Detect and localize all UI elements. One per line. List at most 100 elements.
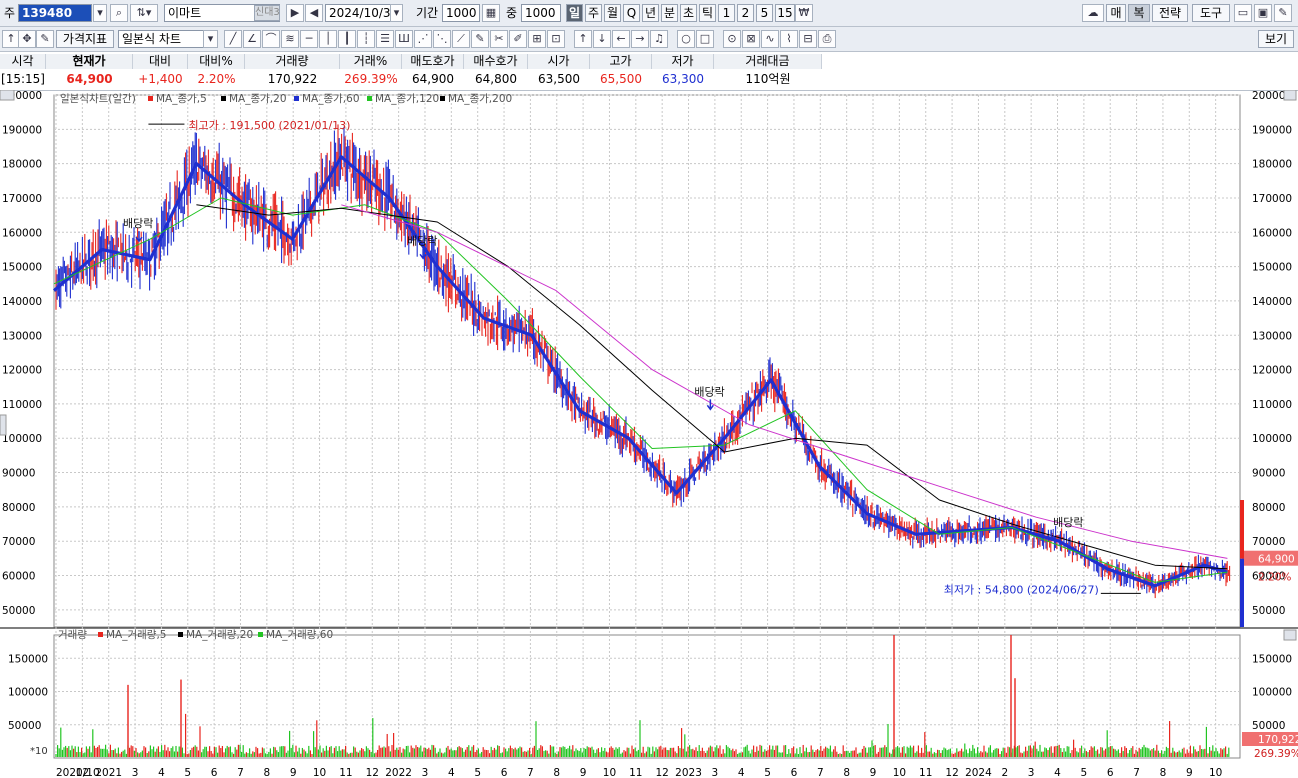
time-label: 4 <box>1054 767 1061 778</box>
count-input[interactable]: 1000 <box>521 4 561 22</box>
price-tick-right: 150000 <box>1252 262 1292 274</box>
cut-icon[interactable]: ✂ <box>490 30 508 48</box>
dividend-label: 배당락 <box>1053 516 1083 529</box>
high-price-label: 최고가 : 191,500 (2021/01/13) <box>188 119 350 132</box>
price-tick-right: 170000 <box>1252 193 1292 205</box>
wave-icon[interactable]: ₩ <box>795 4 813 22</box>
grid-icon[interactable]: ⊞ <box>528 30 546 48</box>
period-button-1[interactable]: 주 <box>585 4 602 22</box>
back-icon[interactable]: ◀ <box>305 4 323 22</box>
circle-icon[interactable]: ○ <box>677 30 695 48</box>
right-button-0[interactable]: 매 <box>1106 4 1126 22</box>
fan-icon[interactable]: ≋ <box>281 30 299 48</box>
dash-icon[interactable]: ┆ <box>357 30 375 48</box>
signal-icon[interactable]: ⌇ <box>780 30 798 48</box>
cloud-icon[interactable]: ☁ <box>1082 4 1104 22</box>
signal-button[interactable]: 신대30 <box>254 5 280 21</box>
volume-panel-close-button[interactable] <box>1283 629 1297 641</box>
move-down-icon[interactable]: ↓ <box>593 30 611 48</box>
right-button-1[interactable]: 복 <box>1128 4 1150 22</box>
time-label: 10 <box>1209 767 1222 778</box>
wave-icon[interactable]: ∿ <box>761 30 779 48</box>
search-icon[interactable]: ⌕ <box>110 4 128 22</box>
pen-icon[interactable]: ✎ <box>471 30 489 48</box>
panel-maximize-button[interactable] <box>1283 90 1297 101</box>
legend-swatch <box>221 96 226 101</box>
view-button[interactable]: 보기 <box>1258 30 1294 48</box>
dividend-label: 배당락 <box>694 385 724 398</box>
time-label: 3 <box>1028 767 1035 778</box>
period-button-2[interactable]: 월 <box>604 4 621 22</box>
folder-icon[interactable]: ▭ <box>1234 4 1252 22</box>
price-tick-right: 50000 <box>1252 605 1285 617</box>
quote-value-7: 64,800 <box>475 72 517 86</box>
date-dropdown-icon[interactable]: ▾ <box>390 4 403 22</box>
play-icon[interactable]: ▶ <box>286 4 304 22</box>
chart-area[interactable]: 200000 200000190000 190000180000 1800001700… <box>0 90 1298 778</box>
move-icon[interactable]: ✥ <box>18 30 36 48</box>
square-icon[interactable]: □ <box>696 30 714 48</box>
period-button-8[interactable]: 1 <box>718 4 735 22</box>
stock-code-input[interactable]: 139480 <box>18 4 92 22</box>
price-tick-left: 160000 <box>2 227 42 239</box>
comb-icon[interactable]: Ш <box>395 30 413 48</box>
period-button-5[interactable]: 분 <box>661 4 678 22</box>
period-button-10[interactable]: 5 <box>756 4 773 22</box>
volume-panel-frame <box>53 634 1241 759</box>
edit-icon[interactable]: ✎ <box>36 30 54 48</box>
price-tick-left: 170000 <box>2 193 42 205</box>
print-icon[interactable]: ⎙ <box>818 30 836 48</box>
diag-up-icon[interactable]: ⋰ <box>414 30 432 48</box>
price-range-down-bar <box>1240 558 1244 627</box>
chart-type-dropdown-icon[interactable]: ▾ <box>203 30 218 48</box>
price-tick-right: 120000 <box>1252 365 1292 377</box>
period-button-4[interactable]: 년 <box>642 4 659 22</box>
ma-line-1 <box>53 197 1228 583</box>
move-up-icon[interactable]: ↑ <box>574 30 592 48</box>
volume-legend-title: 거래량 <box>58 629 87 641</box>
period-button-0[interactable]: 일 <box>566 4 583 22</box>
zoom-icon[interactable]: ⊙ <box>723 30 741 48</box>
grid2-icon[interactable]: ⊟ <box>799 30 817 48</box>
side-panel-toggle[interactable] <box>0 414 7 436</box>
time-label: 11 <box>919 767 932 778</box>
period-button-7[interactable]: 틱 <box>699 4 716 22</box>
price-legend-item: MA_종가,60 <box>302 93 360 105</box>
legend-swatch <box>440 96 445 101</box>
sound-icon[interactable]: ♫ <box>650 30 668 48</box>
period-button-11[interactable]: 15 <box>775 4 795 22</box>
trend-icon[interactable]: ⟋ <box>452 30 470 48</box>
price-legend-item: MA_종가,120 <box>375 93 439 105</box>
list-icon[interactable]: ☰ <box>376 30 394 48</box>
save-icon[interactable]: ▣ <box>1254 4 1272 22</box>
bar-icon[interactable]: ┃ <box>338 30 356 48</box>
move-right-icon[interactable]: → <box>631 30 649 48</box>
frame-icon[interactable]: ⊡ <box>547 30 565 48</box>
vline-icon[interactable]: │ <box>319 30 337 48</box>
period-button-9[interactable]: 2 <box>737 4 754 22</box>
hline-icon[interactable]: ─ <box>300 30 318 48</box>
price-legend-title: 일본식차트(일간) <box>60 92 136 105</box>
right-button-3[interactable]: 도구 <box>1192 4 1230 22</box>
settings-icon[interactable]: ⊠ <box>742 30 760 48</box>
code-dropdown-icon[interactable]: ▾ <box>93 4 107 22</box>
date-input[interactable]: 2024/10/30 <box>325 4 393 22</box>
note-icon[interactable]: ✐ <box>509 30 527 48</box>
indicator-button[interactable]: 가격지표 <box>56 30 114 48</box>
angle-icon[interactable]: ∠ <box>243 30 261 48</box>
line-icon[interactable]: ╱ <box>224 30 242 48</box>
period-button-6[interactable]: 초 <box>680 4 697 22</box>
arc-icon[interactable]: ⌒ <box>262 30 280 48</box>
period-input[interactable]: 1000 <box>442 4 480 22</box>
quote-table: 시각 [15:15] 현재가 64,900 대비 +1,400 대비% 2.20% 거래량 170… <box>0 52 1298 91</box>
time-label: 9 <box>580 767 587 778</box>
move-left-icon[interactable]: ← <box>612 30 630 48</box>
period-button-3[interactable]: Q <box>623 4 640 22</box>
diag-down-icon[interactable]: ⋱ <box>433 30 451 48</box>
scroll-left-button[interactable] <box>0 90 15 101</box>
calendar-icon[interactable]: ▦ <box>482 4 500 22</box>
time-label: 12 <box>945 767 958 778</box>
right-button-2[interactable]: 전략 <box>1152 4 1188 22</box>
wrench-icon[interactable]: ✎ <box>1274 4 1292 22</box>
sort-icon[interactable]: ⇅▾ <box>130 4 158 22</box>
